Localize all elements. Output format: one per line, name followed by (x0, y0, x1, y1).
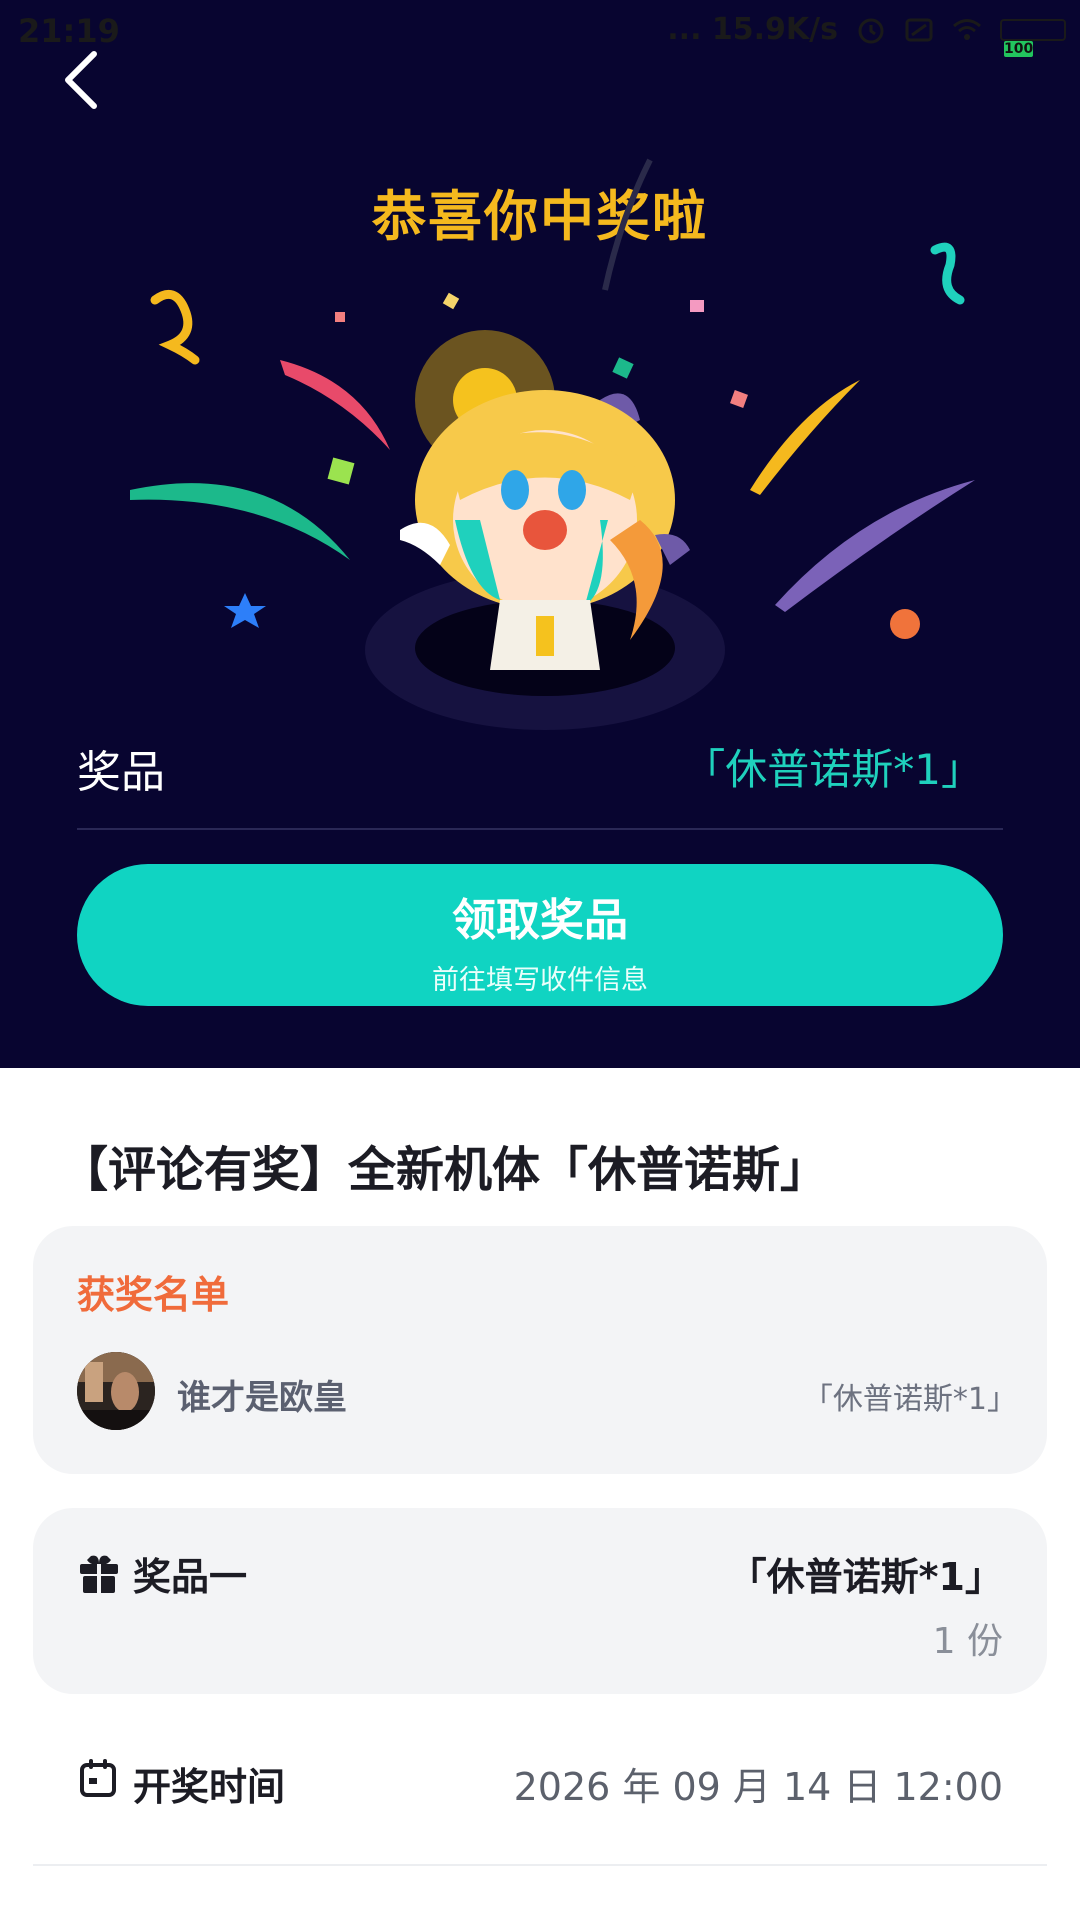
winner-prize: 「休普诺斯*1」 (802, 1382, 1017, 1417)
claim-button-subtitle: 前往填写收件信息 (432, 965, 648, 996)
prize-count: 1 份 (932, 1621, 1003, 1662)
alarm-icon (858, 18, 884, 43)
draw-time-value: 2026 年 09 月 14 日 12:00 (513, 1765, 1003, 1809)
draw-time-row: 开奖时间 2026 年 09 月 14 日 12:00 (33, 1722, 1047, 1842)
status-indicators: ... 15.9K/s 100 (667, 12, 1066, 57)
screenshot-icon (905, 18, 933, 41)
event-title: 【评论有奖】全新机体「休普诺斯」 (60, 1142, 829, 1198)
winners-card: 获奖名单 谁才是欧皇 「休普诺斯*1」 (33, 1226, 1047, 1474)
wifi-icon (953, 18, 981, 40)
battery-icon: 100 (1000, 18, 1066, 57)
draw-time-label: 开奖时间 (133, 1765, 286, 1809)
divider (77, 828, 1003, 830)
battery-level: 100 (1004, 40, 1034, 57)
winner-row[interactable]: 谁才是欧皇 「休普诺斯*1」 (77, 1352, 1017, 1432)
divider (33, 1864, 1047, 1866)
prize-row: 奖品 「休普诺斯*1」 (77, 736, 1003, 798)
winners-title: 获奖名单 (77, 1273, 230, 1317)
prize-value: 「休普诺斯*1」 (683, 745, 983, 794)
prize-label: 奖品 (77, 747, 165, 798)
avatar (77, 1352, 155, 1430)
status-bar: 21:19 ... 15.9K/s 100 (0, 0, 1080, 66)
status-time: 21:19 (18, 12, 120, 50)
claim-button-label: 领取奖品 (452, 895, 628, 946)
network-speed: ... 15.9K/s (667, 12, 838, 47)
prize-item-label: 奖品一 (133, 1555, 248, 1599)
avatar-image (77, 1352, 155, 1430)
winner-name: 谁才是欧皇 (177, 1378, 347, 1418)
prize-item-value: 「休普诺斯*1」 (728, 1555, 1003, 1599)
calendar-icon (80, 1759, 116, 1797)
celebration-illustration (130, 158, 975, 730)
back-arrow-icon[interactable] (54, 48, 110, 112)
gift-icon (80, 1555, 118, 1593)
claim-prize-button[interactable]: 领取奖品 前往填写收件信息 (77, 864, 1003, 1006)
prize-hero: 21:19 ... 15.9K/s 100 恭喜你中奖啦 奖品 「休普诺斯*1」… (0, 0, 1080, 1068)
prize-info-card: 奖品一 「休普诺斯*1」 1 份 (33, 1508, 1047, 1694)
